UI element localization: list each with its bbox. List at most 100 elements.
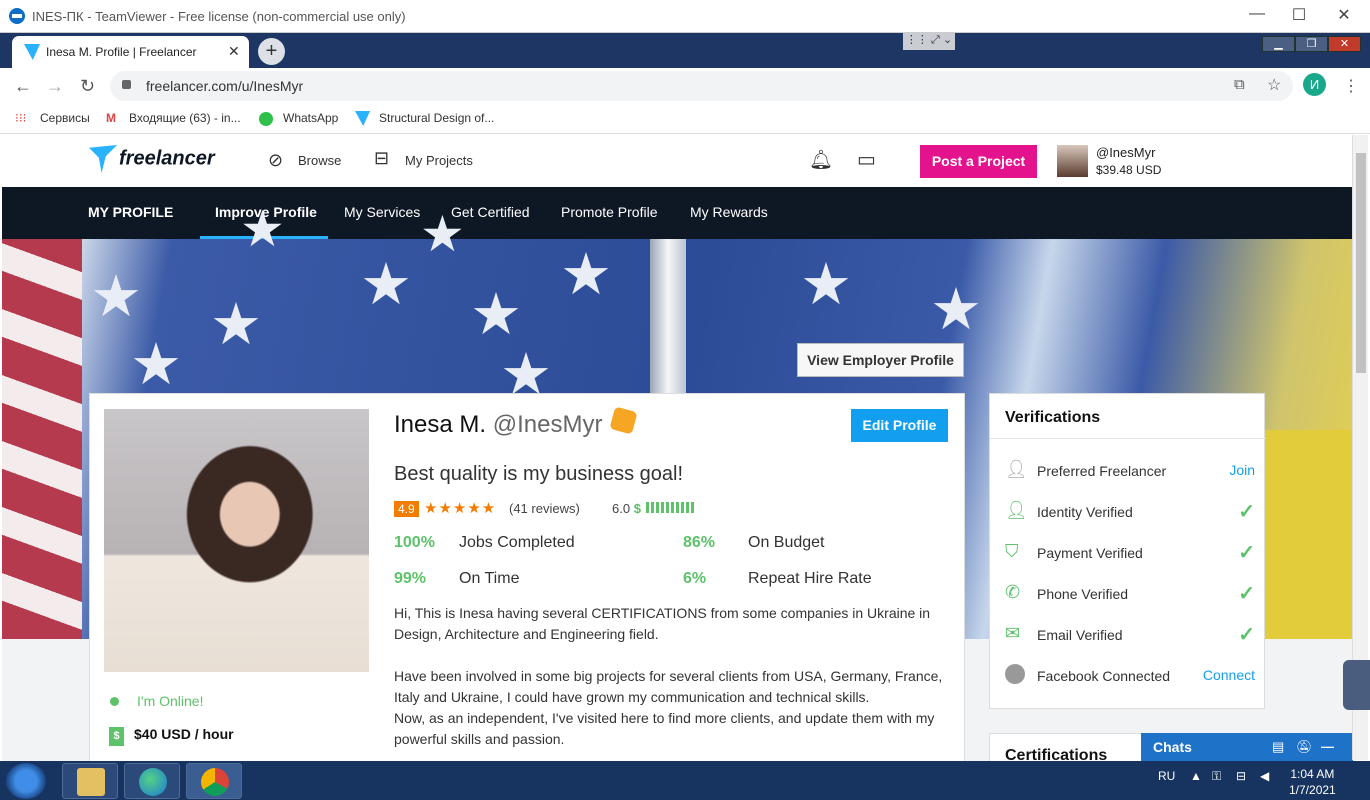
- teamviewer-side-panel-handle[interactable]: [1343, 660, 1370, 710]
- dollar-icon: $: [633, 501, 641, 516]
- start-button[interactable]: [6, 763, 46, 799]
- browser-tab[interactable]: Inesa M. Profile | Freelancer ✕: [12, 36, 249, 68]
- banner-star: ★: [930, 277, 982, 342]
- maximize-icon[interactable]: ☐: [1289, 5, 1309, 25]
- stat-percent: 6%: [683, 570, 707, 587]
- username[interactable]: @InesMyr: [1096, 145, 1155, 160]
- teamviewer-title: INES-ПК - TeamViewer - Free license (non…: [32, 9, 406, 24]
- menu-icon[interactable]: ⋮: [1343, 76, 1359, 96]
- banner-star: ★: [90, 264, 142, 329]
- url-text[interactable]: freelancer.com/u/InesMyr: [146, 78, 303, 94]
- clock-date: 1/7/2021: [1289, 783, 1336, 797]
- shield-dollar-icon: ⛉: [1005, 541, 1019, 561]
- profile-bio: Hi, This is Inesa having several CERTIFI…: [394, 603, 944, 750]
- bookmark-star-icon[interactable]: ☆: [1267, 75, 1281, 95]
- tray-expand-icon[interactable]: ▲: [1190, 769, 1202, 783]
- tab-my-rewards[interactable]: My Rewards: [690, 204, 768, 220]
- close-icon[interactable]: ✕: [1334, 5, 1354, 25]
- tab-title: Inesa M. Profile | Freelancer: [46, 45, 197, 59]
- verification-label: Preferred Freelancer: [1037, 463, 1167, 479]
- back-icon[interactable]: ←: [14, 76, 32, 97]
- teamviewer-icon: [9, 8, 25, 24]
- rating-badge: 4.9: [394, 501, 419, 517]
- remote-window-controls: ▁ ❐ ✕: [1262, 34, 1368, 52]
- chats-label: Chats: [1153, 739, 1192, 755]
- teamviewer-titlebar: INES-ПК - TeamViewer - Free license (non…: [0, 0, 1370, 33]
- stat-percent: 86%: [683, 534, 716, 551]
- omnibox[interactable]: freelancer.com/u/InesMyr ⧉ ☆: [110, 71, 1293, 101]
- verifications-panel: Verifications 👤︎ Preferred Freelancer Jo…: [989, 393, 1266, 709]
- facebook-icon: [1005, 664, 1025, 684]
- stat-label: On Time: [459, 570, 520, 587]
- mute-icon[interactable]: 🔕︎: [1296, 739, 1313, 755]
- connect-link[interactable]: Connect: [1203, 667, 1255, 683]
- browse-link[interactable]: Browse: [298, 153, 341, 168]
- open-external-icon[interactable]: ⧉: [1234, 76, 1245, 93]
- verification-label: Payment Verified: [1037, 545, 1143, 561]
- minimize-chat-icon[interactable]: —: [1321, 739, 1334, 754]
- reviews-link[interactable]: (41 reviews): [509, 501, 580, 516]
- taskbar-clock[interactable]: 1:04 AM 1/7/2021: [1289, 766, 1336, 798]
- network-icon[interactable]: ⊟: [1236, 769, 1246, 783]
- post-project-button[interactable]: Post a Project: [920, 145, 1037, 178]
- freelancer-bookmark-icon: [355, 111, 370, 126]
- edit-profile-button[interactable]: Edit Profile: [851, 409, 948, 442]
- bookmark-structural[interactable]: Structural Design of...: [379, 111, 494, 125]
- minimize-icon[interactable]: —: [1247, 5, 1267, 23]
- scrollbar-thumb[interactable]: [1356, 153, 1366, 373]
- check-icon: ✓: [1238, 624, 1255, 646]
- banner-star: ★: [420, 206, 465, 262]
- freelancer-logo[interactable]: freelancer: [89, 145, 215, 173]
- bell-icon[interactable]: 🔔︎: [809, 148, 833, 172]
- user-avatar[interactable]: [1057, 145, 1088, 177]
- remote-restore-icon[interactable]: ❐: [1295, 36, 1328, 52]
- check-icon: ✓: [1238, 583, 1255, 605]
- chat-bubble-icon[interactable]: ▭: [857, 147, 876, 172]
- forward-icon[interactable]: →: [46, 76, 64, 97]
- balance: $39.48 USD: [1096, 163, 1162, 177]
- inbox-icon[interactable]: ▤: [1272, 739, 1284, 755]
- divider: [990, 438, 1266, 439]
- online-status: I'm Online!: [110, 693, 203, 709]
- gmail-icon: M: [106, 111, 116, 125]
- new-tab-button[interactable]: +: [258, 38, 285, 65]
- reload-icon[interactable]: ↻: [80, 76, 95, 97]
- tray-device-icon[interactable]: ⚿: [1212, 769, 1221, 784]
- online-dot-icon: [110, 697, 119, 706]
- view-employer-profile-button[interactable]: View Employer Profile: [797, 343, 964, 377]
- teamviewer-toolbar-handle[interactable]: ⋮⋮ ⤢ ⌄: [903, 33, 955, 50]
- remote-close-icon[interactable]: ✕: [1328, 36, 1361, 52]
- join-link[interactable]: Join: [1229, 462, 1255, 478]
- banner-star: ★: [240, 201, 285, 257]
- apps-icon[interactable]: ⁝⁝⁝: [15, 111, 26, 125]
- stat-label: Repeat Hire Rate: [748, 570, 872, 587]
- close-tab-icon[interactable]: ✕: [228, 43, 240, 60]
- stat-label: Jobs Completed: [459, 534, 575, 551]
- bookmark-services[interactable]: Сервисы: [40, 111, 90, 125]
- banner-star: ★: [360, 252, 412, 317]
- flag-pole: [650, 239, 686, 394]
- taskbar-edge[interactable]: [124, 763, 180, 799]
- bookmarks-bar: ⁝⁝⁝ Сервисы M Входящие (63) - in... What…: [0, 104, 1370, 134]
- tab-my-services[interactable]: My Services: [344, 204, 420, 220]
- taskbar-chrome[interactable]: [186, 763, 242, 799]
- verification-row: ⛉ Payment Verified ✓: [1005, 541, 1255, 571]
- remote-minimize-icon[interactable]: ▁: [1262, 36, 1295, 52]
- my-projects-link[interactable]: My Projects: [405, 153, 473, 168]
- banner-star: ★: [800, 252, 852, 317]
- volume-icon[interactable]: ◀: [1260, 769, 1269, 783]
- clock-time: 1:04 AM: [1290, 767, 1335, 781]
- taskbar-explorer[interactable]: [62, 763, 118, 799]
- bookmark-inbox[interactable]: Входящие (63) - in...: [129, 111, 241, 125]
- user-icon: 👤︎: [1005, 500, 1028, 520]
- language-indicator[interactable]: RU: [1158, 769, 1175, 783]
- folder-icon: [77, 768, 105, 796]
- tab-promote-profile[interactable]: Promote Profile: [561, 204, 657, 220]
- chats-bar[interactable]: Chats ▤ 🔕︎ —: [1141, 733, 1353, 761]
- dollar-tag-icon: $: [109, 727, 124, 746]
- banner-star: ★: [210, 292, 262, 357]
- mail-icon: ✉: [1005, 623, 1021, 643]
- chrome-profile-avatar[interactable]: И: [1303, 73, 1326, 96]
- verification-row: ✆ Phone Verified ✓: [1005, 582, 1255, 612]
- bookmark-whatsapp[interactable]: WhatsApp: [283, 111, 338, 125]
